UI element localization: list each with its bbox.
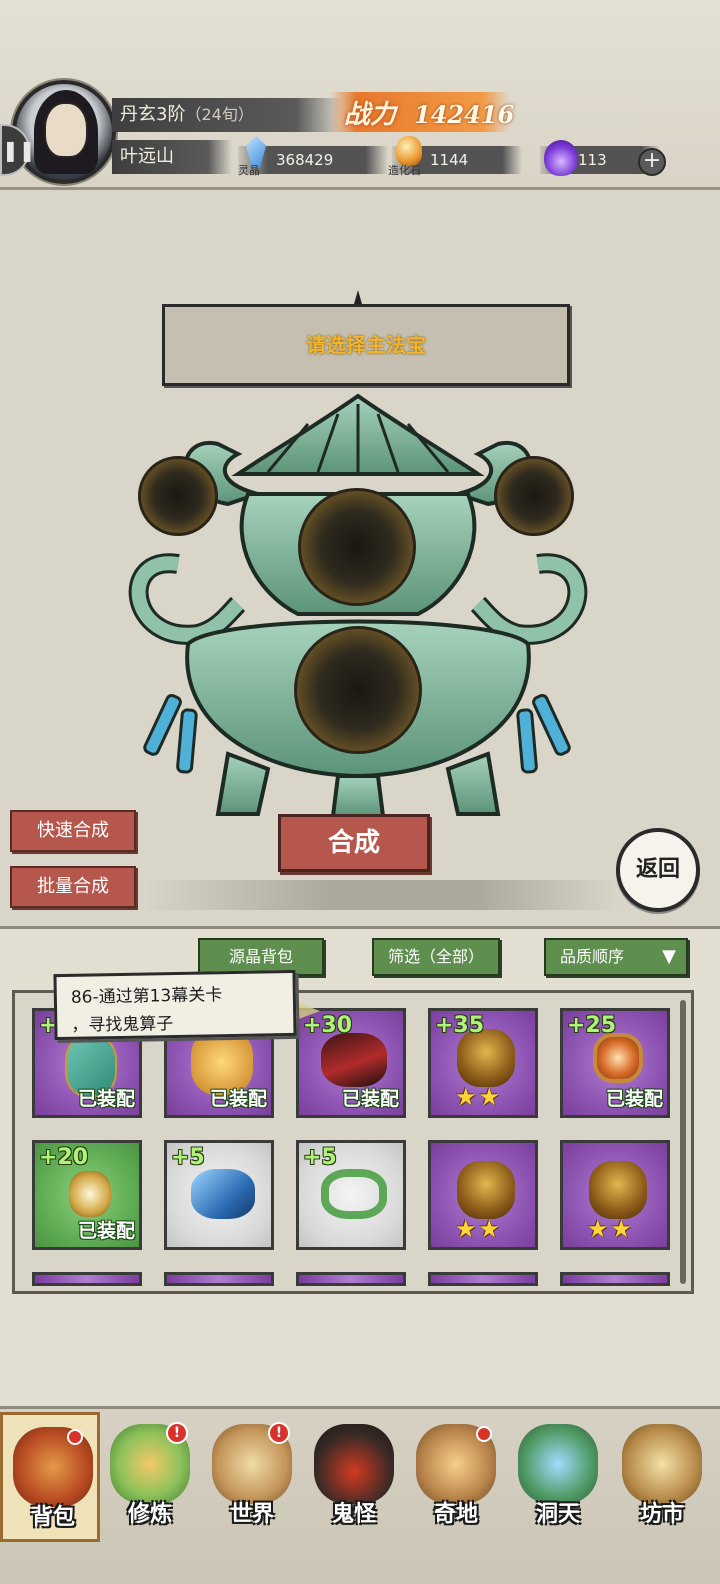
item-level: +25 <box>567 1013 617 1038</box>
nav-world[interactable]: ! 世界 <box>202 1412 302 1542</box>
combat-power-value: 142416 <box>414 100 515 129</box>
nav-label: 世界 <box>229 1501 274 1527</box>
notification-dot <box>67 1429 83 1445</box>
floor-shadow <box>140 880 620 910</box>
batch-synthesis-button[interactable]: 批量合成 <box>10 866 136 908</box>
equipped-tag: 已装配 <box>77 1088 135 1110</box>
soul-flame-value: 113 <box>578 151 607 169</box>
creation-stone-value: 1144 <box>430 151 469 169</box>
material-slot-bottom[interactable] <box>294 626 422 754</box>
item-level: +30 <box>303 1013 353 1038</box>
material-slot-left[interactable] <box>138 456 218 536</box>
material-slot-right[interactable] <box>494 456 574 536</box>
item-slot[interactable] <box>560 1272 670 1286</box>
nav-cave-heaven[interactable]: 洞天 <box>508 1412 608 1542</box>
equipped-tag: 已装配 <box>209 1088 267 1110</box>
item-slot[interactable]: +5 <box>296 1140 406 1250</box>
golden-pendant-icon <box>69 1171 111 1217</box>
star-rating-icon: ★★ <box>455 1215 503 1243</box>
spirit-crystal-value: 368429 <box>276 151 334 169</box>
golden-beast-icon <box>457 1161 515 1219</box>
market-stall-icon <box>622 1424 702 1504</box>
nav-backpack[interactable]: 背包 <box>0 1412 100 1542</box>
portal-icon <box>518 1424 598 1504</box>
creation-stone-caption: 造化石 <box>388 164 421 177</box>
item-slot[interactable]: +5 <box>164 1140 274 1250</box>
quest-text-line2: ，寻找鬼算子 <box>71 1014 174 1036</box>
return-button[interactable]: 返回 <box>616 828 700 912</box>
leaf-wreath-icon <box>321 1169 387 1219</box>
nav-label: 洞天 <box>535 1501 580 1527</box>
item-slot[interactable] <box>164 1272 274 1286</box>
equipped-tag: 已装配 <box>605 1088 663 1110</box>
player-name-bar: 叶远山 <box>112 140 232 174</box>
equipped-tag: 已装配 <box>341 1088 399 1110</box>
equipped-tag: 已装配 <box>77 1220 135 1242</box>
quest-text-line1: 86-通过第13幕关卡 <box>70 985 223 1008</box>
nav-ghost[interactable]: 鬼怪 <box>304 1412 404 1542</box>
item-slot[interactable]: +35 ★★ <box>428 1008 538 1118</box>
nav-label: 坊市 <box>639 1501 684 1527</box>
synthesize-button[interactable]: 合成 <box>278 814 430 872</box>
item-level: +5 <box>171 1145 205 1170</box>
crimson-armor-icon <box>321 1033 387 1087</box>
item-slot[interactable] <box>32 1272 142 1286</box>
item-slot[interactable]: ★★ <box>428 1140 538 1250</box>
pause-icon: ❚❚ <box>2 138 36 162</box>
nav-label: 奇地 <box>433 1501 478 1527</box>
item-slot[interactable] <box>428 1272 538 1286</box>
player-avatar[interactable] <box>12 80 116 184</box>
filter-dropdown[interactable]: 筛选（全部） <box>372 938 500 976</box>
item-slot[interactable]: +30 已装配 <box>296 1008 406 1118</box>
quick-synthesis-button[interactable]: 快速合成 <box>10 810 136 852</box>
select-main-artifact-prompt: 请选择主法宝 <box>162 304 570 386</box>
spirit-crystal-caption: 灵晶 <box>238 164 260 177</box>
nav-label: 修炼 <box>127 1501 172 1527</box>
chevron-down-icon: ▼ <box>662 946 676 967</box>
nav-cultivate[interactable]: ! 修炼 <box>100 1412 200 1542</box>
avatar-face <box>44 102 88 158</box>
golden-beast-icon <box>589 1161 647 1219</box>
nav-wonderland[interactable]: 奇地 <box>406 1412 506 1542</box>
notification-dot <box>476 1426 492 1442</box>
item-level: +5 <box>303 1145 337 1170</box>
sort-label: 品质顺序 <box>560 947 625 966</box>
main-artifact-slot[interactable] <box>298 488 416 606</box>
soul-flame-icon <box>544 140 578 176</box>
nav-label: 鬼怪 <box>331 1501 376 1527</box>
add-currency-button[interactable]: + <box>638 148 666 176</box>
demon-egg-icon <box>314 1424 394 1504</box>
player-name: 叶远山 <box>120 146 174 167</box>
item-level: +20 <box>39 1145 89 1170</box>
star-rating-icon: ★★ <box>587 1215 635 1243</box>
item-slot[interactable] <box>296 1272 406 1286</box>
quest-tooltip[interactable]: 86-通过第13幕关卡 ，寻找鬼算子 <box>53 969 297 1041</box>
item-level: +35 <box>435 1013 485 1038</box>
age-text: （24旬） <box>185 105 254 124</box>
item-slot[interactable]: +25 已装配 <box>560 1008 670 1118</box>
alert-badge: ! <box>166 1422 188 1444</box>
grid-scrollbar[interactable] <box>680 1000 686 1284</box>
nav-label: 背包 <box>30 1504 75 1530</box>
alert-badge: ! <box>268 1422 290 1444</box>
realm-bar: 丹玄3阶（24旬） <box>112 98 342 132</box>
prompt-pin <box>354 290 362 304</box>
item-slot[interactable]: ★★ <box>560 1140 670 1250</box>
combat-power-label: 战力 <box>344 100 397 130</box>
azure-boot-icon <box>191 1169 255 1219</box>
realm-text: 丹玄3阶 <box>120 104 186 125</box>
sort-dropdown[interactable]: 品质顺序 ▼ <box>544 938 688 976</box>
nav-market[interactable]: 坊市 <box>612 1412 712 1542</box>
star-rating-icon: ★★ <box>455 1083 503 1111</box>
item-slot[interactable]: +20 已装配 <box>32 1140 142 1250</box>
fire-orb-icon <box>593 1033 643 1083</box>
